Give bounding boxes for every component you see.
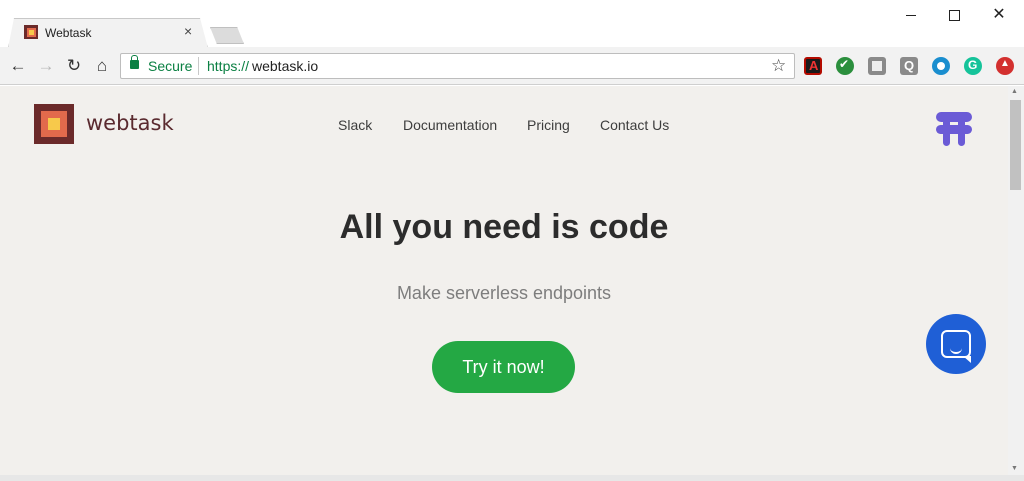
- reload-icon[interactable]: ↻: [64, 56, 84, 76]
- hero-subtitle: Make serverless endpoints: [396, 283, 612, 303]
- window-maximize-button[interactable]: [944, 6, 964, 24]
- nav-link-documentation[interactable]: Documentation: [403, 117, 497, 133]
- back-arrow-icon[interactable]: ←: [8, 56, 28, 76]
- scroll-down-arrow-icon[interactable]: ▼: [1011, 465, 1018, 472]
- url-host[interactable]: webtask.io: [252, 58, 318, 74]
- url-scheme[interactable]: https://: [207, 58, 249, 74]
- square-extension-icon[interactable]: [868, 57, 886, 75]
- try-it-now-button[interactable]: Try it now!: [432, 341, 575, 393]
- webtask-logo-icon[interactable]: [34, 104, 74, 144]
- tab-title[interactable]: Webtask: [45, 26, 91, 40]
- q-extension-icon[interactable]: [900, 57, 918, 75]
- horizontal-scroll-area: [0, 475, 1024, 481]
- secure-label[interactable]: Secure: [148, 58, 192, 74]
- window-close-button[interactable]: ✕: [989, 6, 1009, 24]
- nav-link-slack[interactable]: Slack: [338, 117, 372, 133]
- window-minimize-button[interactable]: [901, 6, 921, 24]
- lock-icon[interactable]: [130, 55, 139, 69]
- forward-arrow-icon[interactable]: →: [36, 56, 56, 76]
- nav-link-contact-us[interactable]: Contact Us: [600, 117, 669, 133]
- page-viewport: webtask Slack Documentation Pricing Cont…: [0, 86, 1008, 475]
- hero-title: All you need is code: [339, 208, 669, 246]
- chat-icon[interactable]: [941, 330, 971, 363]
- bookmark-star-icon[interactable]: ☆: [771, 56, 786, 76]
- acrobat-extension-icon[interactable]: [804, 57, 822, 75]
- scroll-up-arrow-icon[interactable]: ▲: [1011, 88, 1018, 95]
- logo-text[interactable]: webtask: [86, 111, 174, 135]
- grammarly-extension-icon[interactable]: [964, 57, 982, 75]
- nav-link-pricing[interactable]: Pricing: [527, 117, 570, 133]
- upload-extension-icon[interactable]: [996, 57, 1014, 75]
- browser-tab-surface[interactable]: [9, 19, 207, 48]
- webtask-favicon-icon: [24, 25, 38, 39]
- webtask-brand-icon[interactable]: [936, 112, 972, 146]
- address-bar-divider: [198, 57, 199, 75]
- scrollbar-thumb[interactable]: [1010, 100, 1021, 190]
- checkmark-extension-icon[interactable]: [836, 57, 854, 75]
- tab-close-icon[interactable]: ×: [184, 24, 192, 38]
- home-icon[interactable]: ⌂: [92, 56, 112, 76]
- ring-extension-icon[interactable]: [932, 57, 950, 75]
